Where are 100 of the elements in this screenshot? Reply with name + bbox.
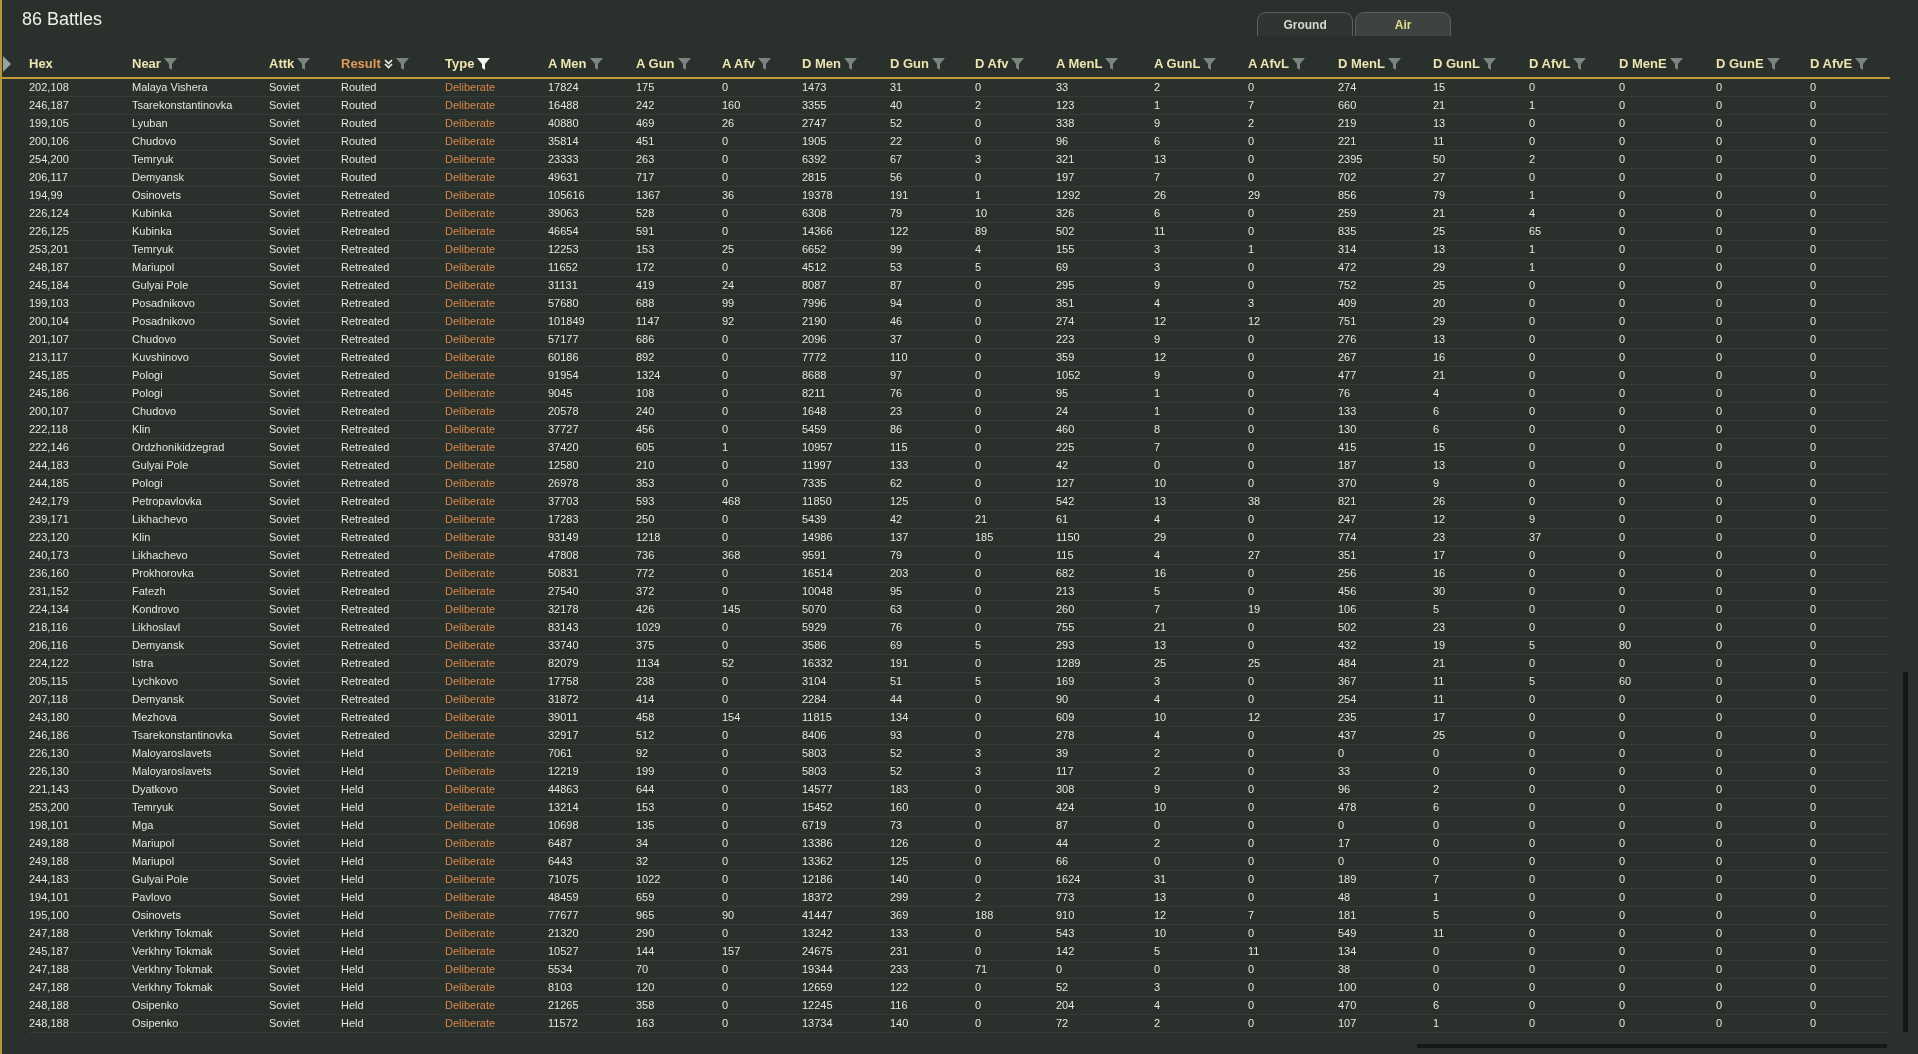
- table-cell: 189: [1338, 870, 1433, 889]
- column-header[interactable]: D AfvE: [1810, 55, 1853, 71]
- table-cell: 0: [1810, 744, 1890, 763]
- expand-arrow-icon[interactable]: [2, 56, 11, 73]
- table-cell: 1: [1529, 186, 1619, 205]
- table-cell: 13362: [802, 852, 890, 871]
- table-cell: Retreated: [341, 294, 445, 313]
- table-cell: 0: [1810, 978, 1890, 997]
- table-cell: Deliberate: [445, 420, 548, 439]
- column-header[interactable]: A Men: [548, 55, 587, 71]
- table-cell: 0: [1248, 474, 1338, 493]
- column-header[interactable]: Result: [341, 55, 381, 71]
- tab[interactable]: Ground: [1257, 12, 1354, 36]
- column-header[interactable]: Type: [445, 55, 475, 71]
- table-cell: 50831: [548, 564, 636, 583]
- table-cell: 245,187: [29, 942, 132, 961]
- table-cell: 1: [1433, 1014, 1529, 1033]
- table-cell: 0: [975, 492, 1056, 511]
- column-header[interactable]: D GunL: [1433, 55, 1480, 71]
- table-cell: 1: [975, 186, 1056, 205]
- table-cell: 13: [1433, 330, 1529, 349]
- table-cell: 351: [1338, 546, 1433, 565]
- column-header[interactable]: Hex: [29, 55, 53, 71]
- column-header[interactable]: A AfvL: [1248, 55, 1289, 71]
- table-cell: 751: [1338, 312, 1433, 331]
- table-cell: 0: [1810, 312, 1890, 331]
- table-cell: 19344: [802, 960, 890, 979]
- table-cell: 244,183: [29, 870, 132, 889]
- table-cell: Soviet: [269, 564, 341, 583]
- table-cell: Istra: [132, 654, 269, 673]
- table-cell: 8406: [802, 726, 890, 745]
- table-cell: Retreated: [341, 186, 445, 205]
- table-cell: 0: [1248, 762, 1338, 781]
- column-header[interactable]: D AfvL: [1529, 55, 1571, 71]
- table-cell: Soviet: [269, 726, 341, 745]
- table-cell: 290: [636, 924, 722, 943]
- table-cell: Malaya Vishera: [132, 78, 269, 97]
- table-cell: 0: [1810, 330, 1890, 349]
- table-cell: Deliberate: [445, 348, 548, 367]
- column-header[interactable]: D Gun: [890, 55, 929, 71]
- column-header[interactable]: A MenL: [1056, 55, 1103, 71]
- column-header[interactable]: Attk: [269, 55, 295, 71]
- table-cell: 52: [890, 762, 975, 781]
- scrollbar-thumb[interactable]: [1903, 672, 1908, 1032]
- table-cell: Held: [341, 852, 445, 871]
- table-cell: 0: [1619, 960, 1716, 979]
- table-cell: 0: [1619, 420, 1716, 439]
- table-cell: 0: [1529, 132, 1619, 151]
- table-cell: 0: [1433, 744, 1529, 763]
- table-cell: 117: [1056, 762, 1154, 781]
- table-cell: 19378: [802, 186, 890, 205]
- table-cell: 0: [975, 330, 1056, 349]
- tab[interactable]: Air: [1355, 12, 1452, 36]
- table-cell: 0: [1810, 132, 1890, 151]
- table-cell: 0: [722, 978, 802, 997]
- table-cell: 12245: [802, 996, 890, 1015]
- column-header[interactable]: A Afv: [722, 55, 755, 71]
- table-cell: 27540: [548, 582, 636, 601]
- table-cell: 94: [890, 294, 975, 313]
- table-cell: 140: [890, 1014, 975, 1033]
- sort-descending-icon[interactable]: [383, 59, 393, 70]
- column-header[interactable]: D MenE: [1619, 55, 1667, 71]
- column-header[interactable]: D MenL: [1338, 55, 1385, 71]
- table-cell: 702: [1338, 168, 1433, 187]
- table-cell: 0: [1529, 960, 1619, 979]
- table-cell: 0: [1716, 132, 1810, 151]
- table-cell: 0: [1529, 114, 1619, 133]
- column-header[interactable]: D Men: [802, 55, 841, 71]
- column-header[interactable]: D Afv: [975, 55, 1009, 71]
- table-cell: Kondrovo: [132, 600, 269, 619]
- table-cell: 120: [636, 978, 722, 997]
- table-cell: 0: [1810, 204, 1890, 223]
- table-cell: 31: [890, 78, 975, 97]
- table-cell: 224,134: [29, 600, 132, 619]
- table-cell: 4: [1433, 384, 1529, 403]
- table-cell: 0: [722, 798, 802, 817]
- column-header[interactable]: Near: [132, 55, 161, 71]
- table-cell: Deliberate: [445, 240, 548, 259]
- table-cell: 17283: [548, 510, 636, 529]
- table-cell: 0: [1619, 924, 1716, 943]
- table-cell: 20: [1433, 294, 1529, 313]
- column-header[interactable]: D GunE: [1716, 55, 1764, 71]
- table-cell: 0: [1810, 618, 1890, 637]
- filter-icon[interactable]: [477, 57, 491, 72]
- table-cell: 1022: [636, 870, 722, 889]
- table-cell: 1134: [636, 654, 722, 673]
- table-cell: Deliberate: [445, 600, 548, 619]
- table-cell: Routed: [341, 150, 445, 169]
- table-cell: 0: [1716, 690, 1810, 709]
- table-cell: 0: [1810, 870, 1890, 889]
- table-cell: 0: [1810, 366, 1890, 385]
- table-cell: 12: [1154, 312, 1248, 331]
- table-cell: Gulyai Pole: [132, 456, 269, 475]
- table-cell: 0: [1248, 888, 1338, 907]
- table-cell: 213: [1056, 582, 1154, 601]
- table-cell: Retreated: [341, 384, 445, 403]
- table-cell: Deliberate: [445, 744, 548, 763]
- column-header[interactable]: A GunL: [1154, 55, 1201, 71]
- column-header[interactable]: A Gun: [636, 55, 675, 71]
- table-cell: 37420: [548, 438, 636, 457]
